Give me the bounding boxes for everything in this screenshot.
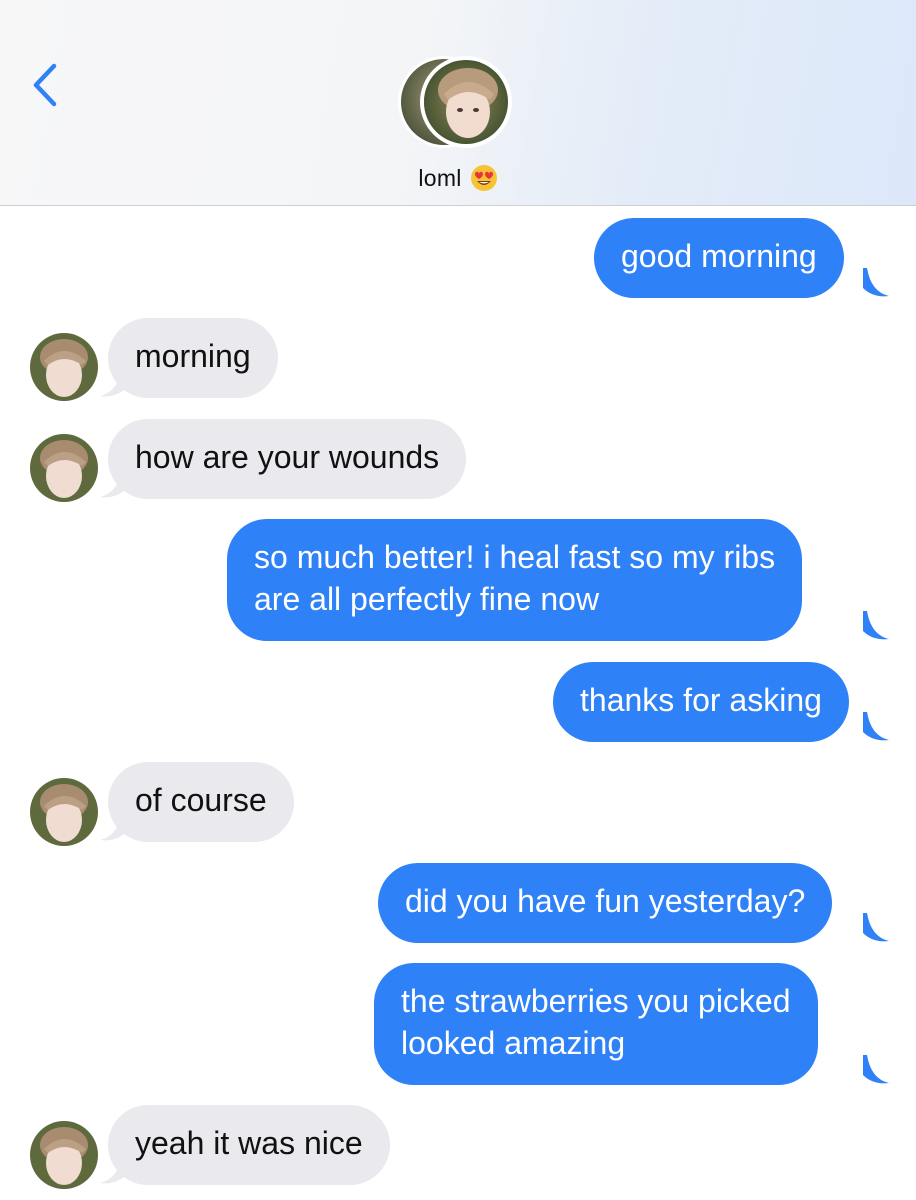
message-bubble-sent[interactable]: the strawberries you picked looked amazi… <box>374 963 818 1085</box>
message-bubble-received[interactable]: morning <box>108 318 278 398</box>
message-bubble-received[interactable]: yeah it was nice <box>108 1105 390 1185</box>
message-text: good morning <box>621 238 817 274</box>
sender-avatar[interactable] <box>30 434 98 502</box>
sender-avatar[interactable] <box>30 1121 98 1189</box>
message-bubble-sent[interactable]: thanks for asking <box>553 662 849 742</box>
message-bubble-received[interactable]: of course <box>108 762 294 842</box>
message-bubble-sent[interactable]: so much better! i heal fast so my ribs a… <box>227 519 803 641</box>
message-text-line: the strawberries you picked <box>401 983 791 1019</box>
message-text-line: are all perfectly fine now <box>254 581 600 617</box>
message-bubble-received[interactable]: how are your wounds <box>108 419 467 499</box>
contact-name[interactable]: loml <box>0 164 916 192</box>
contact-name-text: loml <box>418 165 462 191</box>
bubble-tail <box>100 368 126 397</box>
chevron-left-icon <box>33 63 57 107</box>
bubble-tail <box>863 268 889 297</box>
bubble-tail <box>863 712 889 741</box>
bubble-tail <box>100 469 126 498</box>
message-text: morning <box>135 338 251 374</box>
message-text: how are your wounds <box>135 439 440 475</box>
message-text: of course <box>135 782 267 818</box>
message-bubble-sent[interactable]: did you have fun yesterday? <box>378 863 833 943</box>
message-text: yeah it was nice <box>135 1125 363 1161</box>
conversation-header: loml <box>0 0 916 206</box>
sender-avatar[interactable] <box>30 778 98 846</box>
contact-avatar-photo <box>420 56 512 148</box>
bubble-tail <box>863 611 889 640</box>
sender-avatar[interactable] <box>30 333 98 401</box>
bubble-tail <box>100 812 126 841</box>
message-bubble-sent[interactable]: good morning <box>594 218 844 298</box>
back-button[interactable] <box>28 60 68 108</box>
bubble-tail <box>863 913 889 942</box>
contact-avatar[interactable] <box>398 56 518 148</box>
message-text-line: looked amazing <box>401 1025 626 1061</box>
bubble-tail <box>863 1055 889 1084</box>
bubble-tail <box>100 1155 126 1184</box>
message-text-line: so much better! i heal fast so my ribs <box>254 539 776 575</box>
message-text: did you have fun yesterday? <box>405 883 806 919</box>
message-text: thanks for asking <box>580 682 822 718</box>
heart-eyes-emoji-icon <box>470 164 498 192</box>
